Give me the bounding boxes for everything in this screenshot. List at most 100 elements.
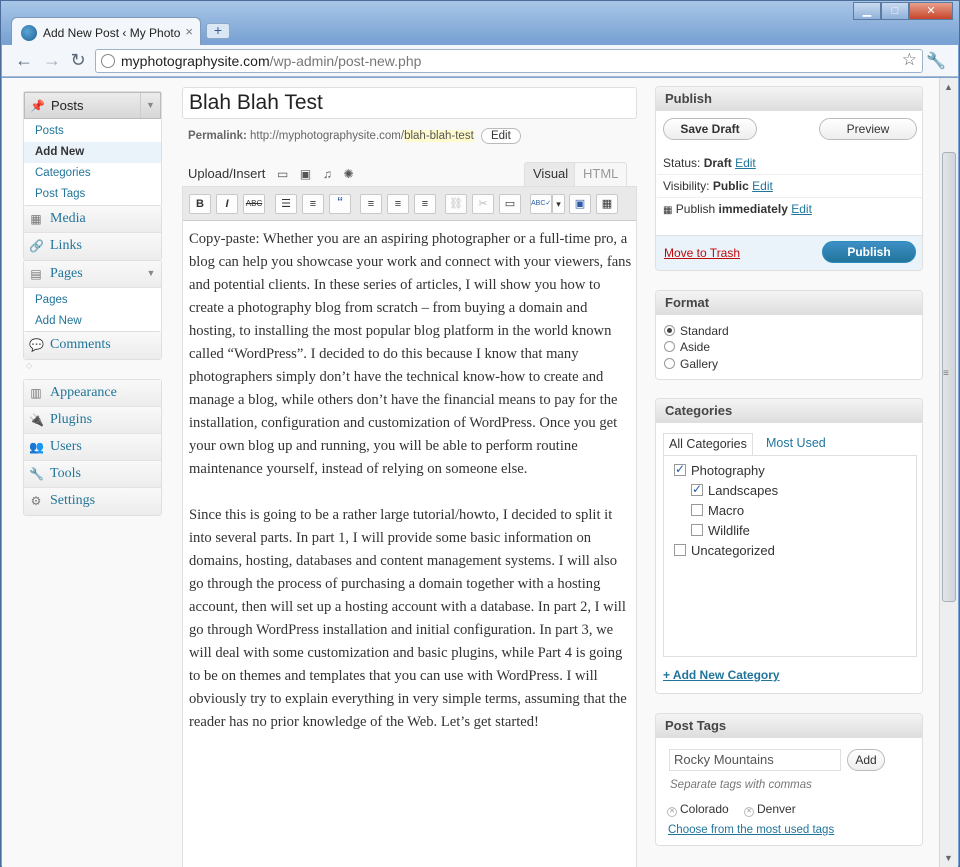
bookmark-star-icon[interactable]: ☆	[902, 50, 917, 70]
menu-item-links[interactable]: 🔗 Links	[24, 233, 161, 260]
forward-icon[interactable]: →	[42, 51, 62, 71]
back-icon[interactable]: ←	[14, 51, 34, 71]
italic-button[interactable]: I	[216, 194, 238, 214]
strikethrough-button[interactable]: ABC	[243, 194, 265, 214]
menu-item-appearance[interactable]: ▥ Appearance	[24, 380, 161, 407]
align-center-button[interactable]: ≡	[387, 194, 409, 214]
preview-button[interactable]: Preview	[819, 118, 917, 140]
submenu-pages-add-new[interactable]: Add New	[24, 311, 161, 332]
menu-item-media[interactable]: ▦ Media	[24, 206, 161, 233]
remove-tag-icon[interactable]: ✕	[667, 807, 677, 817]
tag-input[interactable]: Rocky Mountains	[669, 749, 841, 771]
radio-selected-icon	[664, 325, 675, 336]
post-tags-header[interactable]: Post Tags	[656, 714, 922, 738]
add-tag-button[interactable]: Add	[847, 749, 885, 771]
maximize-icon[interactable]: □	[881, 2, 909, 20]
spellcheck-dropdown-icon[interactable]: ▾	[552, 194, 565, 214]
blockquote-button[interactable]: “	[329, 194, 351, 214]
minimize-icon[interactable]: ▁	[853, 2, 881, 20]
menu-item-pages[interactable]: ▤ Pages ▼	[24, 261, 161, 288]
publish-button[interactable]: Publish	[822, 241, 916, 263]
align-left-button[interactable]: ≡	[360, 194, 382, 214]
paragraph-1: Copy-paste: Whether you are an aspiring …	[189, 231, 632, 477]
add-new-category-link[interactable]: + Add New Category	[663, 668, 780, 682]
divider	[657, 197, 922, 198]
format-option-gallery[interactable]: Gallery	[664, 357, 718, 371]
submenu-categories[interactable]: Categories	[24, 163, 161, 184]
add-video-icon[interactable]: ▣	[300, 167, 311, 181]
submenu-posts[interactable]: Posts	[24, 121, 161, 142]
submenu-pages[interactable]: Pages	[24, 290, 161, 311]
address-bar[interactable]: myphotographysite.com/wp-admin/post-new.…	[95, 49, 923, 73]
add-audio-icon[interactable]: ♫	[323, 167, 332, 181]
submenu-add-new[interactable]: Add New	[24, 142, 161, 163]
page-viewport: 📌 Posts ▼ Posts Add New Categories Post …	[2, 78, 958, 867]
category-label: Wildlife	[708, 523, 750, 538]
reload-icon[interactable]: ↻	[68, 51, 88, 71]
save-draft-button[interactable]: Save Draft	[663, 118, 757, 140]
tab-close-icon[interactable]: ×	[185, 24, 193, 39]
category-photography[interactable]: Photography	[674, 462, 765, 478]
bold-button[interactable]: B	[189, 194, 211, 214]
categories-header[interactable]: Categories	[656, 399, 922, 423]
page-scrollbar[interactable]: ▲ ≡ ▼	[939, 78, 958, 867]
menu-item-settings[interactable]: ⚙ Settings	[24, 488, 161, 515]
new-tab-button[interactable]: +	[206, 23, 230, 39]
checkbox-icon	[691, 504, 703, 516]
bullet-list-button[interactable]: ☰	[275, 194, 297, 214]
wrench-icon[interactable]: 🔧	[926, 51, 946, 71]
choose-most-used-tags-link[interactable]: Choose from the most used tags	[668, 824, 834, 836]
menu-comments: 💬 Comments	[23, 331, 162, 360]
permalink-slug[interactable]: blah-blah-test	[404, 130, 474, 142]
fullscreen-button[interactable]: ▣	[569, 194, 591, 214]
status-edit-link[interactable]: Edit	[735, 156, 756, 170]
insert-more-button[interactable]: ▭	[499, 194, 521, 214]
tab-visual[interactable]: Visual	[524, 162, 578, 186]
visibility-edit-link[interactable]: Edit	[752, 179, 773, 193]
insert-link-button[interactable]: ⛓	[445, 194, 467, 214]
upload-insert: Upload/Insert ▭ ▣ ♫ ✺	[188, 166, 354, 181]
permalink-edit-button[interactable]: Edit	[480, 128, 521, 144]
category-wildlife[interactable]: Wildlife	[691, 523, 750, 538]
scroll-up-icon[interactable]: ▲	[944, 82, 953, 92]
format-aside-label: Aside	[680, 340, 711, 354]
schedule-edit-link[interactable]: Edit	[791, 202, 812, 216]
add-media-icon[interactable]: ✺	[344, 167, 354, 181]
menu-item-comments[interactable]: 💬 Comments	[24, 332, 161, 359]
pages-icon: ▤	[30, 267, 42, 281]
format-option-aside[interactable]: Aside	[664, 340, 710, 354]
menu-item-users[interactable]: 👥 Users	[24, 434, 161, 461]
numbered-list-button[interactable]: ≡	[302, 194, 324, 214]
format-header[interactable]: Format	[656, 291, 922, 315]
add-image-icon[interactable]: ▭	[277, 167, 288, 181]
tab-most-used[interactable]: Most Used	[761, 433, 831, 455]
tab-html[interactable]: HTML	[574, 162, 628, 186]
kitchen-sink-button[interactable]: ▦	[596, 194, 618, 214]
scroll-down-icon[interactable]: ▼	[944, 853, 953, 863]
menu-item-posts[interactable]: 📌 Posts ▼	[24, 92, 161, 119]
menu-item-tools[interactable]: 🔧 Tools	[24, 461, 161, 488]
move-to-trash-link[interactable]: Move to Trash	[664, 246, 740, 260]
submenu-post-tags[interactable]: Post Tags	[24, 184, 161, 205]
tag-hint: Separate tags with commas	[670, 779, 812, 791]
chevron-down-icon[interactable]: ▼	[141, 261, 161, 286]
post-title-input[interactable]: Blah Blah Test	[182, 87, 637, 119]
publish-header[interactable]: Publish	[656, 87, 922, 111]
category-label: Photography	[691, 463, 765, 478]
category-uncategorized[interactable]: Uncategorized	[674, 543, 775, 558]
schedule-row: ▦ Publish immediately Edit	[663, 202, 812, 216]
menu-item-plugins[interactable]: 🔌 Plugins	[24, 407, 161, 434]
menu-posts-label: Posts	[51, 98, 84, 113]
close-window-icon[interactable]: ✕	[909, 2, 953, 20]
align-right-button[interactable]: ≡	[414, 194, 436, 214]
browser-tab[interactable]: Add New Post ‹ My Photo... ×	[11, 17, 201, 46]
spellcheck-button[interactable]: ABC✓	[530, 194, 552, 214]
tab-all-categories[interactable]: All Categories	[663, 433, 753, 455]
category-macro[interactable]: Macro	[691, 503, 744, 518]
remove-tag-icon[interactable]: ✕	[744, 807, 754, 817]
unlink-button[interactable]: ✂	[472, 194, 494, 214]
chevron-down-icon[interactable]: ▼	[140, 93, 160, 118]
category-landscapes[interactable]: Landscapes	[691, 482, 778, 498]
format-option-standard[interactable]: Standard	[664, 324, 729, 338]
editor-content[interactable]: Copy-paste: Whether you are an aspiring …	[189, 228, 632, 757]
